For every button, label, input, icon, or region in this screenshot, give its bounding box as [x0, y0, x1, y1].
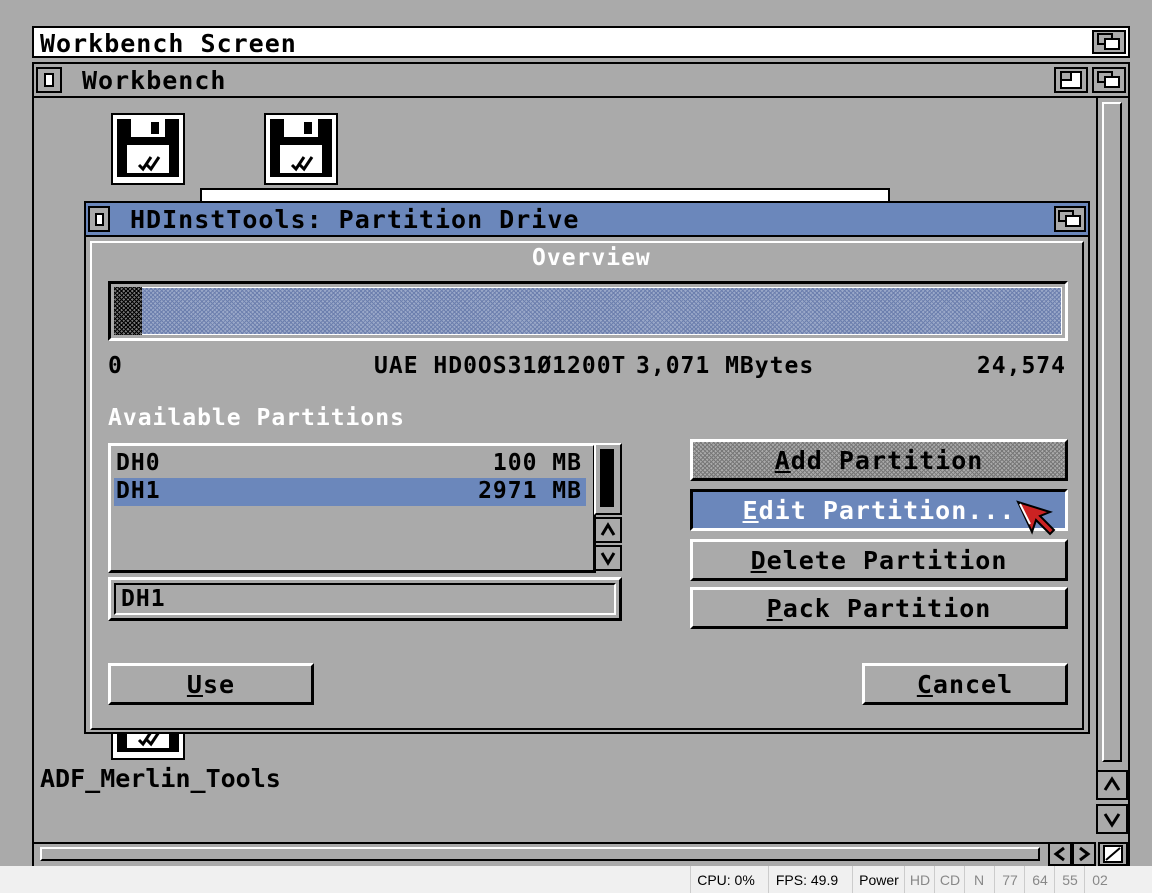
arrow-down-icon — [600, 552, 616, 566]
dialog-title: HDInstTools: Partition Drive — [130, 205, 580, 234]
fps-status: FPS: 49.9 — [768, 866, 845, 893]
scroll-left-button[interactable] — [1048, 842, 1072, 866]
use-label: se — [202, 669, 236, 699]
depth-icon — [1058, 210, 1081, 227]
drive-0-status: 77 — [994, 866, 1025, 893]
drive-1-status: 64 — [1024, 866, 1055, 893]
delete-label: elete Partition — [766, 545, 1008, 575]
power-led: Power — [852, 866, 905, 893]
drive-3-status: 02 — [1084, 866, 1115, 893]
list-scroll-up[interactable] — [594, 517, 622, 543]
scale-end: 24,574 — [976, 353, 1066, 379]
available-partitions-label: Available Partitions — [108, 405, 405, 431]
pack-partition-button[interactable]: Pack Partition — [690, 587, 1068, 629]
scroll-up-button[interactable] — [1096, 770, 1128, 800]
add-label: dd Partition — [790, 445, 984, 475]
floppy-disk-icon — [270, 119, 332, 177]
add-hotkey: A — [774, 445, 791, 475]
n-led: N — [964, 866, 993, 893]
mouse-pointer-icon — [1016, 500, 1056, 536]
dialog-close-gadget[interactable] — [88, 206, 110, 232]
disk-icon-label: ADF_Merlin_Tools — [40, 764, 281, 793]
partition-size: 2971 MB — [478, 478, 582, 504]
delete-partition-button[interactable]: Delete Partition — [690, 539, 1068, 581]
cancel-hotkey: C — [916, 669, 933, 699]
screen-title-bar: Workbench Screen — [32, 26, 1130, 58]
partition-name: DH1 — [116, 478, 161, 504]
partition-name-field[interactable]: DH1 — [108, 577, 622, 621]
disk-icon-2[interactable] — [264, 113, 338, 185]
partition-name-value: DH1 — [121, 586, 166, 612]
arrow-right-icon — [1079, 846, 1091, 862]
overview-bar-fill — [114, 287, 1062, 335]
window-size-gadget[interactable] — [1098, 842, 1128, 866]
horizontal-scroll-knob[interactable] — [40, 847, 1040, 861]
partition-drive-dialog: HDInstTools: Partition Drive Overview 0 … — [84, 201, 1090, 734]
dialog-title-bar[interactable]: HDInstTools: Partition Drive — [86, 203, 1088, 237]
workbench-close-gadget[interactable] — [36, 67, 62, 93]
disk-icon-1[interactable] — [111, 113, 185, 185]
depth-icon — [1097, 71, 1120, 88]
partitions-list[interactable]: DH0 100 MB DH1 2971 MB — [108, 443, 596, 573]
edit-partition-button[interactable]: Edit Partition... — [690, 489, 1068, 531]
close-icon — [94, 212, 104, 226]
edit-label: dit Partition... — [758, 495, 1016, 525]
workbench-title: Workbench — [82, 66, 227, 95]
field-inner — [114, 583, 616, 615]
workbench-zoom-gadget[interactable] — [1054, 67, 1088, 93]
scale-start: 0 — [108, 353, 123, 379]
workbench-vertical-scrollbar[interactable] — [1096, 98, 1128, 798]
partition-name: DH0 — [116, 450, 161, 476]
add-partition-button[interactable]: Add Partition — [690, 439, 1068, 481]
scroll-right-button[interactable] — [1072, 842, 1096, 866]
close-icon — [44, 73, 54, 87]
partition-size: 100 MB — [492, 450, 582, 476]
vertical-scroll-knob[interactable] — [1102, 102, 1122, 762]
list-scroll-down[interactable] — [594, 545, 622, 571]
drive-name: UAE HD0OS31Ø1200T — [374, 353, 627, 379]
scroll-down-button[interactable] — [1096, 804, 1128, 834]
arrow-down-icon — [1103, 813, 1121, 828]
edit-hotkey: E — [742, 495, 759, 525]
use-button[interactable]: Use — [108, 663, 314, 705]
workbench-horizontal-scrollbar[interactable] — [34, 842, 1048, 866]
list-item[interactable]: DH0 100 MB — [114, 450, 586, 478]
floppy-disk-icon — [117, 119, 179, 177]
overview-label: Overview — [532, 245, 651, 271]
screen-depth-gadget[interactable] — [1092, 30, 1126, 54]
arrow-up-icon — [1103, 776, 1121, 791]
dialog-depth-gadget[interactable] — [1054, 206, 1086, 232]
cancel-button[interactable]: Cancel — [862, 663, 1068, 705]
use-hotkey: U — [186, 669, 203, 699]
cd-led: CD — [934, 866, 965, 893]
drive-2-status: 55 — [1054, 866, 1085, 893]
hd-led: HD — [904, 866, 935, 893]
resize-icon — [1103, 845, 1123, 863]
partitions-list-scrollbar[interactable] — [594, 443, 622, 515]
list-scroll-knob[interactable] — [600, 449, 614, 507]
delete-hotkey: D — [750, 545, 767, 575]
workbench-title-bar[interactable]: Workbench — [34, 64, 1128, 98]
screen-title: Workbench Screen — [40, 29, 297, 58]
arrow-left-icon — [1053, 846, 1065, 862]
depth-icon — [1097, 33, 1120, 50]
zoom-icon — [1060, 71, 1082, 89]
drive-size: 3,071 MBytes — [636, 353, 815, 379]
overview-bar — [108, 281, 1068, 341]
pack-label: ack Partition — [782, 593, 992, 623]
overview-used-segment[interactable] — [114, 287, 142, 335]
list-item-selected[interactable]: DH1 2971 MB — [114, 478, 586, 506]
pack-hotkey: P — [766, 593, 783, 623]
arrow-up-icon — [600, 522, 616, 536]
cancel-label: ancel — [932, 669, 1014, 699]
cpu-status: CPU: 0% — [690, 866, 761, 893]
workbench-depth-gadget[interactable] — [1092, 67, 1126, 93]
